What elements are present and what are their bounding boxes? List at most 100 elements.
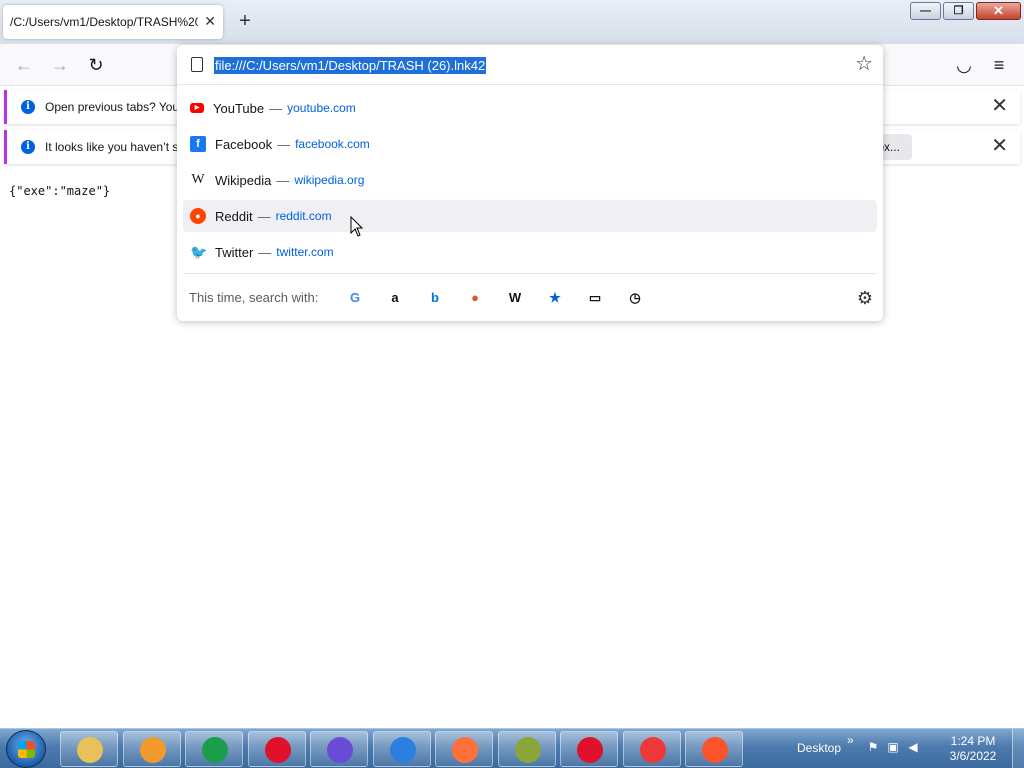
- file-explorer-icon: [77, 737, 103, 763]
- taskbar-button-vivaldi[interactable]: [622, 731, 681, 767]
- notification-close-icon[interactable]: ✕: [991, 96, 1008, 116]
- url-input[interactable]: file:///C:/Users/vm1/Desktop/TRASH (26).…: [214, 57, 487, 74]
- suggestion-title: Reddit: [215, 208, 253, 224]
- close-icon: ✕: [993, 3, 1004, 18]
- info-icon: i: [21, 140, 35, 154]
- taskbar-button-media-player[interactable]: [122, 731, 181, 767]
- taskbar-button-firefox-nightly[interactable]: [310, 731, 368, 767]
- reddit-icon: ●: [190, 208, 206, 224]
- suggestion-url: youtube.com: [287, 101, 356, 115]
- divider: [183, 273, 877, 274]
- suggestion-separator: —: [269, 100, 283, 116]
- history-icon[interactable]: ◷: [625, 288, 645, 308]
- duckduckgo-icon[interactable]: ●: [465, 288, 485, 308]
- maximize-icon: ❐: [953, 5, 964, 17]
- taskbar-button-firefox[interactable]: [435, 731, 493, 767]
- opera-icon: [264, 737, 291, 763]
- notification-text: It looks like you haven’t s: [45, 140, 179, 154]
- taskbar-button-winrar[interactable]: [497, 731, 556, 767]
- suggestion-reddit[interactable]: ● Reddit — reddit.com: [183, 200, 877, 232]
- winrar-icon: [514, 737, 541, 763]
- firefox-icon: [452, 737, 478, 763]
- google-icon[interactable]: G: [345, 288, 365, 308]
- one-off-search-row: This time, search with: Ga b ● W ★ ▭ ◷ ⚙: [177, 283, 883, 313]
- tab-strip: /C:/Users/vm1/Desktop/TRASH%20 ✕ + — ❐ ✕: [0, 0, 1024, 44]
- suggestion-title: YouTube: [213, 100, 265, 116]
- reload-button[interactable]: ↻: [83, 52, 109, 78]
- desktop-toolbar-label[interactable]: Desktop: [797, 741, 841, 755]
- volume-icon[interactable]: ◀: [906, 740, 920, 754]
- minimize-button[interactable]: —: [910, 2, 941, 20]
- firefox-nightly-icon: [327, 737, 353, 763]
- window-controls: — ❐ ✕: [910, 2, 1021, 20]
- media-player-icon: [139, 737, 166, 763]
- forward-button[interactable]: →: [47, 52, 73, 78]
- close-window-button[interactable]: ✕: [976, 2, 1021, 20]
- taskbar-button-chrome[interactable]: [185, 731, 243, 767]
- url-bar[interactable]: file:///C:/Users/vm1/Desktop/TRASH (26).…: [177, 45, 883, 85]
- notification-close-icon[interactable]: ✕: [991, 136, 1008, 156]
- clock-date: 3/6/2022: [949, 749, 997, 763]
- pocket-button[interactable]: ◡: [951, 52, 977, 78]
- suggestion-url: twitter.com: [276, 245, 334, 259]
- suggestion-separator: —: [258, 244, 272, 260]
- suggestion-url: facebook.com: [295, 137, 370, 151]
- tab-close-icon[interactable]: ✕: [204, 13, 216, 29]
- suggestion-title: Facebook: [215, 136, 273, 152]
- tabs-icon[interactable]: ▭: [585, 288, 605, 308]
- bookmarks-icon[interactable]: ★: [545, 288, 565, 308]
- vivaldi-icon: [639, 737, 666, 763]
- bing-icon[interactable]: b: [425, 288, 445, 308]
- suggestion-facebook[interactable]: f Facebook — facebook.com: [183, 128, 877, 160]
- app-menu-button[interactable]: ≡: [986, 52, 1012, 78]
- action-center-flag-icon[interactable]: ⚑: [866, 740, 880, 754]
- taskbar-button-firefox-developer[interactable]: [372, 731, 431, 767]
- suggestion-separator: —: [276, 172, 290, 188]
- page-body-text: {"exe":"maze"}: [9, 184, 111, 198]
- start-button[interactable]: [6, 730, 46, 768]
- wikipedia-search-icon[interactable]: W: [505, 288, 525, 308]
- taskbar-button-opera[interactable]: [247, 731, 306, 767]
- windows-logo-icon: [18, 741, 35, 758]
- brave-icon: [702, 737, 728, 763]
- suggestion-separator: —: [257, 208, 271, 224]
- suggestion-twitter[interactable]: 🐦 Twitter — twitter.com: [183, 236, 877, 268]
- suggestion-youtube[interactable]: ▶ YouTube — youtube.com: [183, 92, 877, 124]
- suggestion-separator: —: [277, 136, 291, 152]
- new-tab-button[interactable]: +: [234, 10, 256, 32]
- back-button[interactable]: ←: [11, 52, 37, 78]
- opera-gx-icon: [577, 737, 603, 763]
- wikipedia-icon: W: [191, 172, 205, 187]
- taskbar: Desktop » ⚑ ▣ ◀ 1:24 PM 3/6/2022: [0, 728, 1024, 768]
- clock[interactable]: 1:24 PM 3/6/2022: [940, 734, 1006, 764]
- page-icon: [191, 57, 203, 72]
- youtube-icon: ▶: [190, 103, 204, 113]
- minimize-icon: —: [920, 5, 931, 17]
- show-desktop-button[interactable]: [1012, 729, 1024, 768]
- tab-title: /C:/Users/vm1/Desktop/TRASH%20: [10, 15, 198, 29]
- suggestion-wikipedia[interactable]: W Wikipedia — wikipedia.org: [183, 164, 877, 196]
- suggestion-title: Wikipedia: [215, 172, 272, 188]
- taskbar-button-brave[interactable]: [685, 731, 743, 767]
- notification-text: Open previous tabs? You: [45, 100, 180, 114]
- twitter-icon: 🐦: [190, 244, 208, 260]
- suggestion-url: wikipedia.org: [294, 173, 365, 187]
- facebook-icon: f: [190, 136, 206, 152]
- mouse-cursor-icon: [350, 216, 364, 237]
- chrome-icon: [202, 737, 228, 763]
- taskbar-button-file-explorer[interactable]: [60, 731, 118, 767]
- maximize-button[interactable]: ❐: [943, 2, 974, 20]
- bookmark-star-icon[interactable]: ☆: [855, 53, 873, 75]
- taskbar-button-opera-gx[interactable]: [560, 731, 618, 767]
- firefox-developer-icon: [389, 737, 416, 763]
- info-icon: i: [21, 100, 35, 114]
- clock-time: 1:24 PM: [950, 734, 996, 748]
- network-icon[interactable]: ▣: [886, 740, 900, 754]
- gear-icon[interactable]: ⚙: [857, 287, 873, 309]
- suggestion-title: Twitter: [215, 244, 254, 260]
- url-bar-dropdown: file:///C:/Users/vm1/Desktop/TRASH (26).…: [177, 45, 883, 321]
- toolbar-chevron-icon[interactable]: »: [847, 733, 854, 747]
- active-tab[interactable]: /C:/Users/vm1/Desktop/TRASH%20 ✕: [3, 5, 223, 39]
- suggestion-url: reddit.com: [275, 209, 332, 223]
- amazon-icon[interactable]: a: [385, 288, 405, 308]
